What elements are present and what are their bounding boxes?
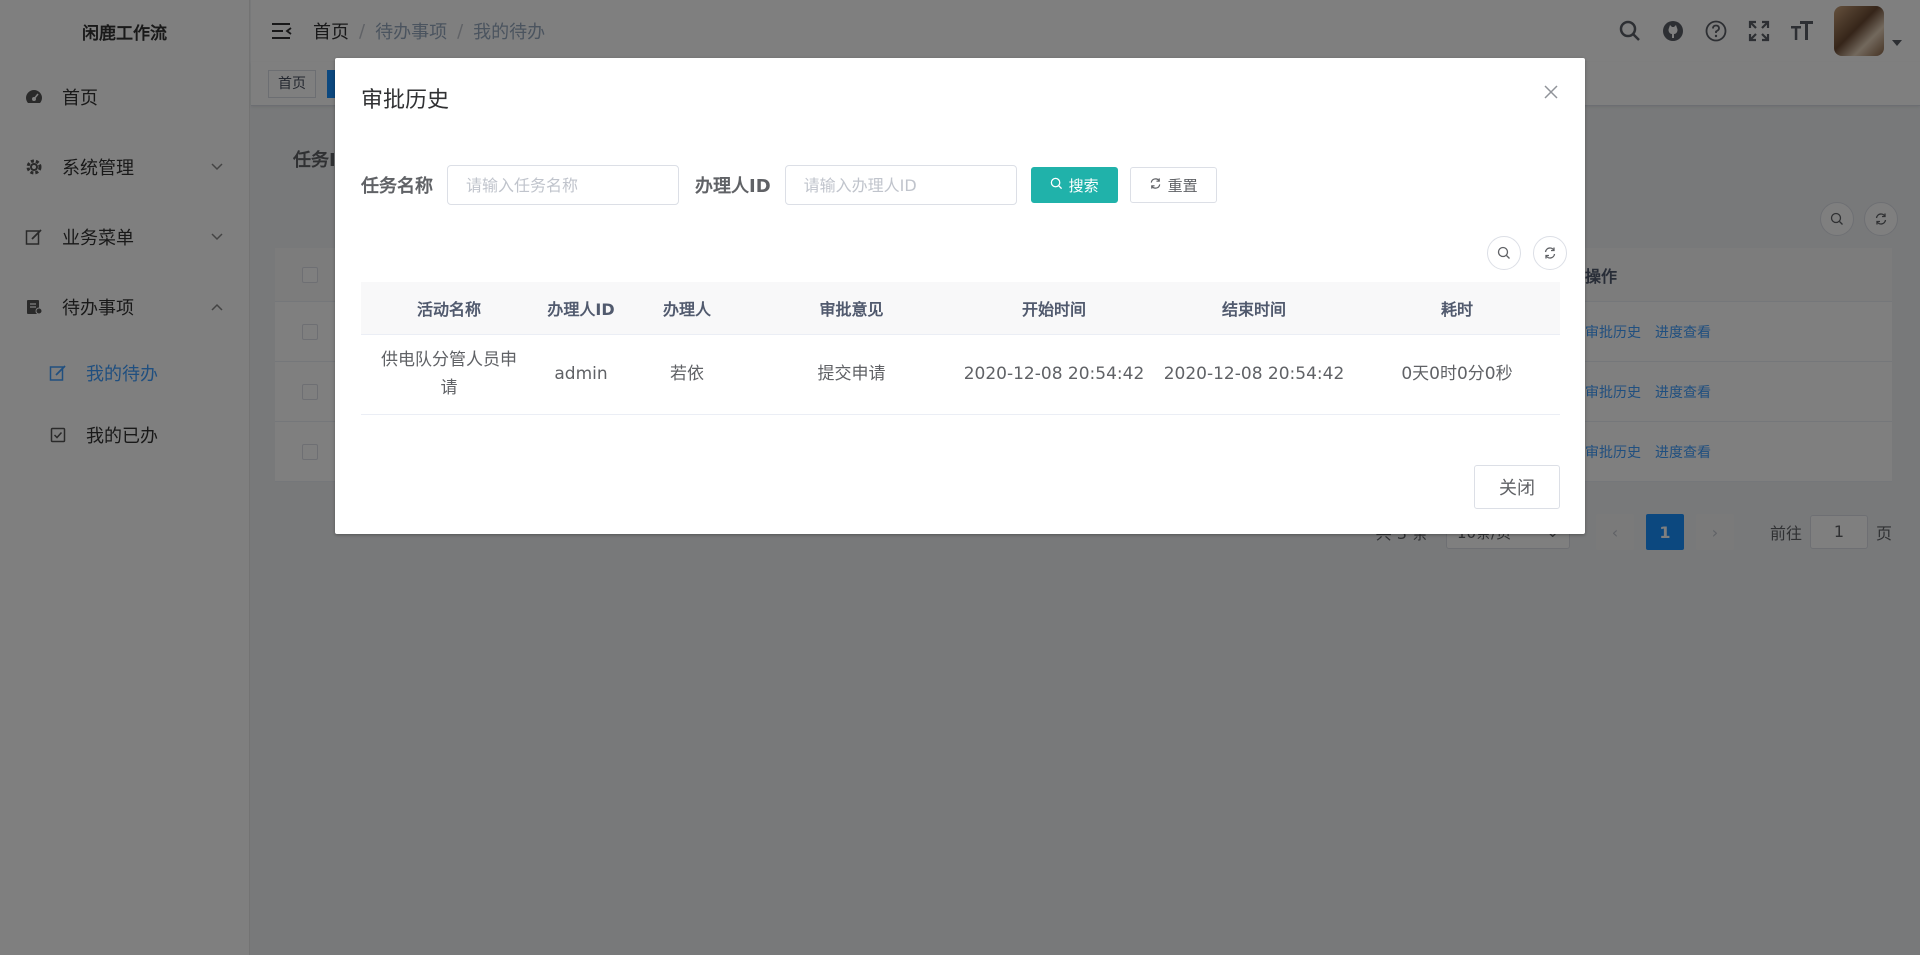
- close-icon[interactable]: [1543, 84, 1561, 102]
- search-toggle-icon[interactable]: [1487, 236, 1521, 270]
- task-name-label: 任务名称: [361, 176, 433, 197]
- table-row: 供电队分管人员申请 admin 若依 提交申请 2020-12-08 20:54…: [361, 334, 1560, 415]
- search-button[interactable]: 搜索: [1030, 167, 1118, 203]
- column-header: 结束时间: [1154, 282, 1354, 335]
- approval-history-dialog: 审批历史 任务名称 办理人ID 搜索 重置 活动名称 办: [335, 58, 1585, 534]
- refresh-icon: [1149, 176, 1162, 194]
- search-form: 任务名称 办理人ID 搜索 重置: [361, 165, 1217, 205]
- close-button[interactable]: 关闭: [1474, 465, 1560, 509]
- reset-button[interactable]: 重置: [1129, 167, 1217, 203]
- assignee-label: 办理人ID: [695, 176, 771, 197]
- column-header: 办理人ID: [537, 282, 625, 335]
- column-header: 办理人: [625, 282, 749, 335]
- refresh-icon[interactable]: [1533, 236, 1567, 270]
- activity-name-cell: 供电队分管人员申请: [361, 334, 537, 415]
- search-icon: [1050, 176, 1063, 194]
- search-button-label: 搜索: [1068, 176, 1099, 195]
- duration-cell: 0天0时0分0秒: [1354, 334, 1560, 415]
- assignee-input[interactable]: [784, 165, 1017, 205]
- task-name-input[interactable]: [447, 165, 679, 205]
- column-header: 耗时: [1354, 282, 1560, 335]
- column-header: 开始时间: [954, 282, 1154, 335]
- table-toolbar: [1487, 236, 1567, 270]
- reset-button-label: 重置: [1167, 176, 1198, 195]
- end-time-cell: 2020-12-08 20:54:42: [1154, 334, 1354, 415]
- start-time-cell: 2020-12-08 20:54:42: [954, 334, 1154, 415]
- assignee-cell: 若依: [625, 334, 749, 415]
- comment-cell: 提交申请: [749, 334, 954, 415]
- history-table: 活动名称 办理人ID 办理人 审批意见 开始时间 结束时间 耗时 供电队分管人员…: [361, 282, 1560, 415]
- table-header-row: 活动名称 办理人ID 办理人 审批意见 开始时间 结束时间 耗时: [361, 282, 1560, 335]
- dialog-title: 审批历史: [361, 88, 450, 113]
- column-header: 审批意见: [749, 282, 954, 335]
- assignee-id-cell: admin: [537, 334, 625, 415]
- column-header: 活动名称: [361, 282, 537, 335]
